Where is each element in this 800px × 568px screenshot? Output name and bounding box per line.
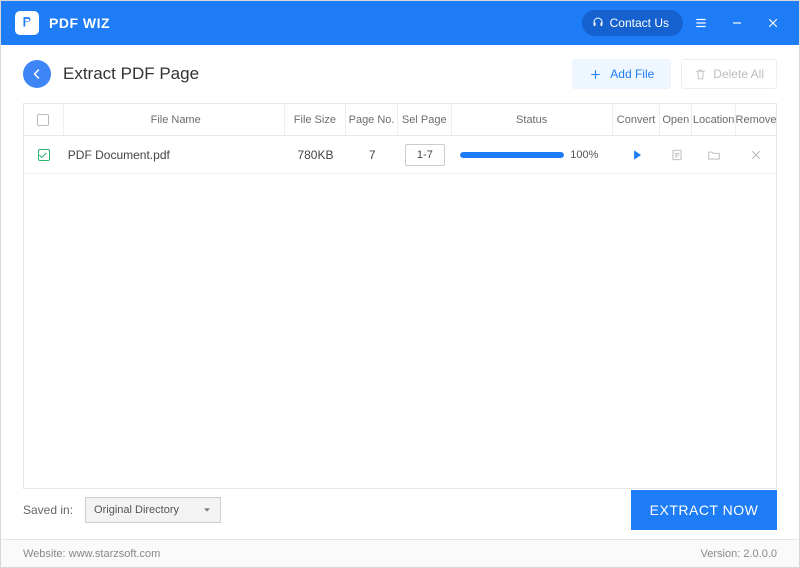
- col-file-name: File Name: [64, 104, 285, 135]
- minimize-button[interactable]: [719, 1, 755, 45]
- col-remove: Remove: [736, 104, 776, 135]
- save-location-value: Original Directory: [94, 504, 179, 516]
- add-file-button[interactable]: Add File: [572, 59, 671, 89]
- col-location: Location: [692, 104, 736, 135]
- col-open: Open: [660, 104, 692, 135]
- delete-all-button[interactable]: Delete All: [681, 59, 777, 89]
- col-convert: Convert: [613, 104, 661, 135]
- titlebar: PDF WIZ Contact Us: [1, 1, 799, 45]
- saved-in-label: Saved in:: [23, 503, 73, 517]
- close-button[interactable]: [755, 1, 791, 45]
- table-header: File Name File Size Page No. Sel Page St…: [24, 104, 776, 136]
- footer-version: Version: 2.0.0.0: [701, 548, 777, 560]
- convert-button[interactable]: [628, 146, 646, 164]
- chevron-down-icon: [202, 505, 212, 515]
- cell-file-name: PDF Document.pdf: [64, 148, 285, 162]
- bottom-bar: Saved in: Original Directory EXTRACT NOW: [23, 487, 777, 533]
- page-header: Extract PDF Page Add File Delete All: [23, 59, 777, 89]
- sel-page-input[interactable]: [405, 144, 445, 166]
- progress-bar: [460, 152, 564, 158]
- row-checkbox[interactable]: [38, 149, 50, 161]
- hamburger-menu-button[interactable]: [683, 1, 719, 45]
- footer-website: Website: www.starzsoft.com: [23, 548, 160, 560]
- extract-now-button[interactable]: EXTRACT NOW: [631, 490, 777, 530]
- col-file-size: File Size: [285, 104, 347, 135]
- select-all-checkbox[interactable]: [37, 114, 49, 126]
- cell-page-no: 7: [346, 148, 398, 162]
- table-row: PDF Document.pdf 780KB 7 100%: [24, 136, 776, 174]
- footer: Website: www.starzsoft.com Version: 2.0.…: [1, 539, 799, 567]
- app-logo: [15, 11, 39, 35]
- save-location-select[interactable]: Original Directory: [85, 497, 221, 523]
- file-table: File Name File Size Page No. Sel Page St…: [23, 103, 777, 489]
- contact-us-button[interactable]: Contact Us: [582, 10, 683, 36]
- add-file-label: Add File: [610, 67, 654, 81]
- page-title: Extract PDF Page: [63, 64, 199, 84]
- col-page-no: Page No.: [346, 104, 398, 135]
- back-button[interactable]: [23, 60, 51, 88]
- remove-row-button[interactable]: [747, 146, 765, 164]
- delete-all-label: Delete All: [713, 67, 764, 81]
- open-file-button[interactable]: [668, 146, 686, 164]
- cell-file-size: 780KB: [285, 148, 347, 162]
- col-sel-page: Sel Page: [398, 104, 452, 135]
- app-title: PDF WIZ: [49, 15, 110, 31]
- open-location-button[interactable]: [705, 146, 723, 164]
- contact-us-label: Contact Us: [610, 16, 669, 30]
- progress-text: 100%: [570, 149, 604, 161]
- col-status: Status: [452, 104, 613, 135]
